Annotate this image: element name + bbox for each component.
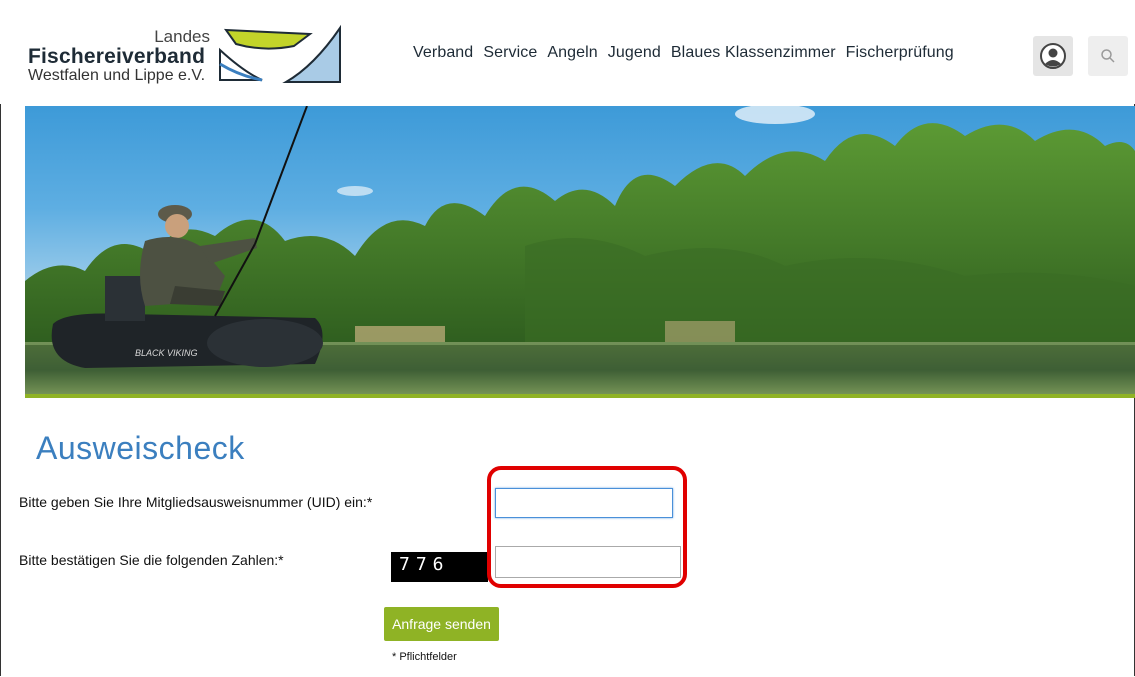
hero-divider [25,394,1135,398]
uid-input[interactable] [495,488,673,518]
nav-item-service[interactable]: Service [483,44,537,62]
nav-item-jugend[interactable]: Jugend [608,44,661,62]
search-icon [1101,49,1115,63]
captcha-image: 776 [391,552,488,582]
user-account-button[interactable] [1033,36,1073,76]
boat-label: BLACK VIKING [135,348,198,358]
main-nav: Verband Service Angeln Jugend Blaues Kla… [413,44,954,62]
logo-fish-icon [219,24,341,83]
captcha-label: Bitte bestätigen Sie die folgenden Zahle… [19,552,284,568]
uid-label: Bitte geben Sie Ihre Mitgliedsausweisnum… [19,494,373,510]
nav-item-verband[interactable]: Verband [413,44,473,62]
submit-button[interactable]: Anfrage senden [384,607,499,641]
captcha-input[interactable] [495,546,681,578]
search-button[interactable] [1088,36,1128,76]
user-account-icon [1040,43,1066,69]
logo-line-2: Fischereiverband [28,45,206,68]
hero-image: BLACK VIKING [25,106,1135,398]
required-fields-note: * Pflichtfelder [392,651,457,663]
nav-item-blaues-klassenzimmer[interactable]: Blaues Klassenzimmer [671,44,836,62]
site-header: Landes Fischereiverband Westfalen und Li… [0,0,1135,104]
angler-lake-illustration: BLACK VIKING [25,106,1135,398]
logo-line-1: Landes [154,27,210,46]
logo-line-3: Westfalen und Lippe e.V. [28,67,206,84]
site-logo[interactable]: Landes Fischereiverband Westfalen und Li… [22,22,352,92]
nav-item-fischerpruefung[interactable]: Fischerprüfung [846,44,954,62]
nav-item-angeln[interactable]: Angeln [547,44,597,62]
page-title: Ausweischeck [36,430,245,466]
